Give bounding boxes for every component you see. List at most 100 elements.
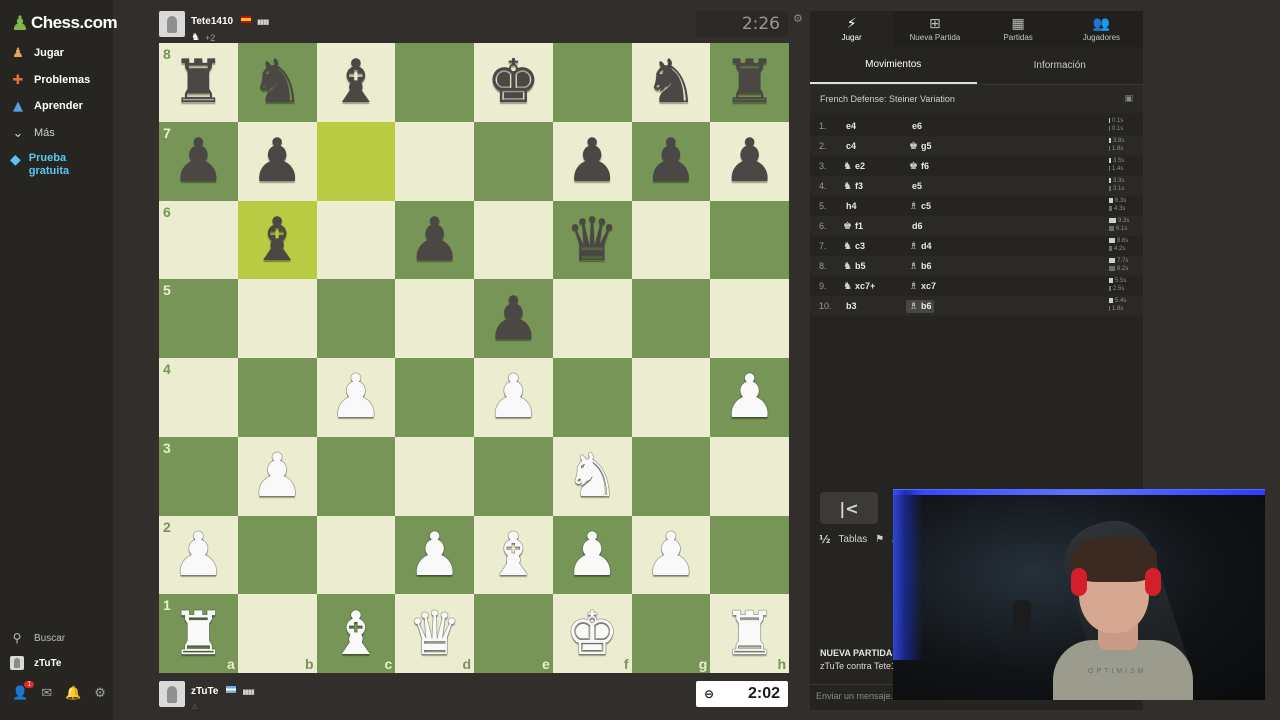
square-h7[interactable]: ♟	[710, 121, 789, 201]
square-d5[interactable]	[395, 279, 474, 358]
sidebar-user[interactable]: zTuTe	[10, 656, 61, 670]
square-e2[interactable]: ♝	[474, 515, 553, 595]
board-settings-icon[interactable]: ⚙	[793, 12, 803, 25]
black-move[interactable]: d6	[909, 221, 969, 231]
white-pawn-icon[interactable]: ♟	[632, 516, 711, 595]
square-a8[interactable]: 8 ♜	[159, 43, 238, 122]
search-button[interactable]: ⚲ Buscar	[10, 631, 66, 645]
black-pawn-icon[interactable]: ♟	[553, 122, 632, 201]
square-a4[interactable]: 4	[159, 358, 238, 437]
black-knight-icon[interactable]: ♞	[632, 43, 711, 122]
tab-partidas[interactable]: ▦ Partidas	[977, 11, 1060, 47]
square-c7[interactable]	[316, 121, 396, 201]
square-b1[interactable]: b	[237, 594, 317, 673]
resign-flag-icon[interactable]: ⚑	[875, 534, 884, 545]
book-icon[interactable]: ▣	[1124, 94, 1133, 104]
square-c6[interactable]	[316, 200, 396, 280]
square-d2[interactable]: ♟	[395, 515, 474, 595]
black-queen-icon[interactable]: ♛	[553, 201, 632, 280]
square-a3[interactable]: 3	[159, 436, 238, 516]
square-g2[interactable]: ♟	[631, 515, 711, 595]
square-f3[interactable]: ♞	[552, 436, 632, 516]
square-f2[interactable]: ♟	[552, 515, 632, 595]
chesscom-logo[interactable]: ♟ Chess.com	[11, 12, 118, 34]
square-g7[interactable]: ♟	[631, 121, 711, 201]
white-rook-icon[interactable]: ♜	[159, 594, 238, 673]
black-move[interactable]: ♗ xc7	[909, 281, 969, 292]
black-pawn-icon[interactable]: ♟	[710, 122, 789, 201]
square-e1[interactable]: e	[474, 594, 553, 673]
square-f7[interactable]: ♟	[552, 121, 632, 201]
square-h3[interactable]	[710, 436, 789, 516]
black-move[interactable]: e6	[909, 121, 969, 131]
square-f1[interactable]: f ♚	[552, 594, 632, 673]
black-bishop-icon[interactable]: ♝	[238, 201, 317, 280]
black-move[interactable]: ♚ g5	[909, 141, 969, 152]
sidebar-item-aprender[interactable]: ▲ Aprender	[10, 95, 83, 117]
bell-icon[interactable]: 🔔	[65, 686, 81, 701]
square-g1[interactable]: g	[631, 594, 711, 673]
white-move[interactable]: ♞ xc7+	[843, 281, 909, 292]
black-knight-icon[interactable]: ♞	[238, 43, 317, 122]
square-b4[interactable]	[237, 358, 317, 437]
square-a7[interactable]: 7 ♟	[159, 121, 238, 201]
draw-button[interactable]: Tablas	[838, 534, 867, 545]
square-h2[interactable]	[710, 515, 789, 595]
white-move[interactable]: h4	[843, 201, 909, 211]
white-bishop-icon[interactable]: ♝	[317, 594, 396, 673]
tab-informacion[interactable]: Información	[977, 47, 1144, 84]
white-move[interactable]: e4	[843, 121, 909, 131]
black-bishop-icon[interactable]: ♝	[317, 43, 396, 122]
player-name[interactable]: zTuTe	[191, 686, 218, 697]
square-h8[interactable]: ♜	[710, 43, 789, 122]
square-e4[interactable]: ♟	[474, 358, 553, 437]
white-pawn-icon[interactable]: ♟	[710, 358, 789, 437]
avatar[interactable]	[159, 681, 185, 707]
square-d8[interactable]	[395, 43, 474, 122]
white-move[interactable]: ♞ e2	[843, 161, 909, 172]
square-b2[interactable]	[237, 515, 317, 595]
square-e5[interactable]: ♟	[474, 279, 553, 358]
square-c3[interactable]	[316, 436, 396, 516]
black-move[interactable]: ♗ b6	[909, 261, 969, 272]
white-pawn-icon[interactable]: ♟	[395, 516, 474, 595]
black-pawn-icon[interactable]: ♟	[238, 122, 317, 201]
square-c1[interactable]: c ♝	[316, 594, 396, 673]
tab-jugadores[interactable]: 👥 Jugadores	[1060, 11, 1143, 47]
square-c5[interactable]	[316, 279, 396, 358]
white-pawn-icon[interactable]: ♟	[553, 516, 632, 595]
sidebar-item-free-trial[interactable]: ◆ Prueba gratuita	[10, 152, 89, 178]
black-move[interactable]: ♗ d4	[909, 241, 969, 252]
white-move[interactable]: c4	[843, 141, 909, 151]
sidebar-item-problemas[interactable]: ✚ Problemas	[10, 69, 91, 91]
tab-movimientos[interactable]: Movimientos	[810, 47, 977, 84]
friends-icon[interactable]: 👤 1	[12, 681, 35, 701]
square-g8[interactable]: ♞	[631, 43, 711, 122]
square-e3[interactable]	[474, 436, 553, 516]
avatar[interactable]	[159, 11, 185, 37]
opponent-name[interactable]: Tete1410	[191, 16, 233, 27]
black-move[interactable]: ♗ b6	[906, 299, 935, 313]
opening-name[interactable]: French Defense: Steiner Variation	[820, 94, 955, 104]
square-f6[interactable]: ♛	[552, 200, 632, 280]
white-move[interactable]: ♞ c3	[843, 241, 909, 252]
square-g3[interactable]	[631, 436, 711, 516]
square-e7[interactable]	[474, 121, 553, 201]
square-e8[interactable]: ♚	[474, 43, 553, 122]
black-rook-icon[interactable]: ♜	[159, 43, 238, 122]
gear-icon[interactable]: ⚙	[94, 686, 106, 701]
white-knight-icon[interactable]: ♞	[553, 437, 632, 516]
square-f5[interactable]	[552, 279, 632, 358]
white-move[interactable]: b3	[843, 301, 909, 311]
square-a6[interactable]: 6	[159, 200, 238, 280]
square-d1[interactable]: d ♛	[395, 594, 474, 673]
white-pawn-icon[interactable]: ♟	[238, 437, 317, 516]
black-pawn-icon[interactable]: ♟	[632, 122, 711, 201]
square-c4[interactable]: ♟	[316, 358, 396, 437]
square-g6[interactable]	[631, 200, 711, 280]
square-h5[interactable]	[710, 279, 789, 358]
tab-nueva-partida[interactable]: ⊞ Nueva Partida	[893, 11, 976, 47]
white-pawn-icon[interactable]: ♟	[317, 358, 396, 437]
square-c8[interactable]: ♝	[316, 43, 396, 122]
white-rook-icon[interactable]: ♜	[710, 594, 789, 673]
